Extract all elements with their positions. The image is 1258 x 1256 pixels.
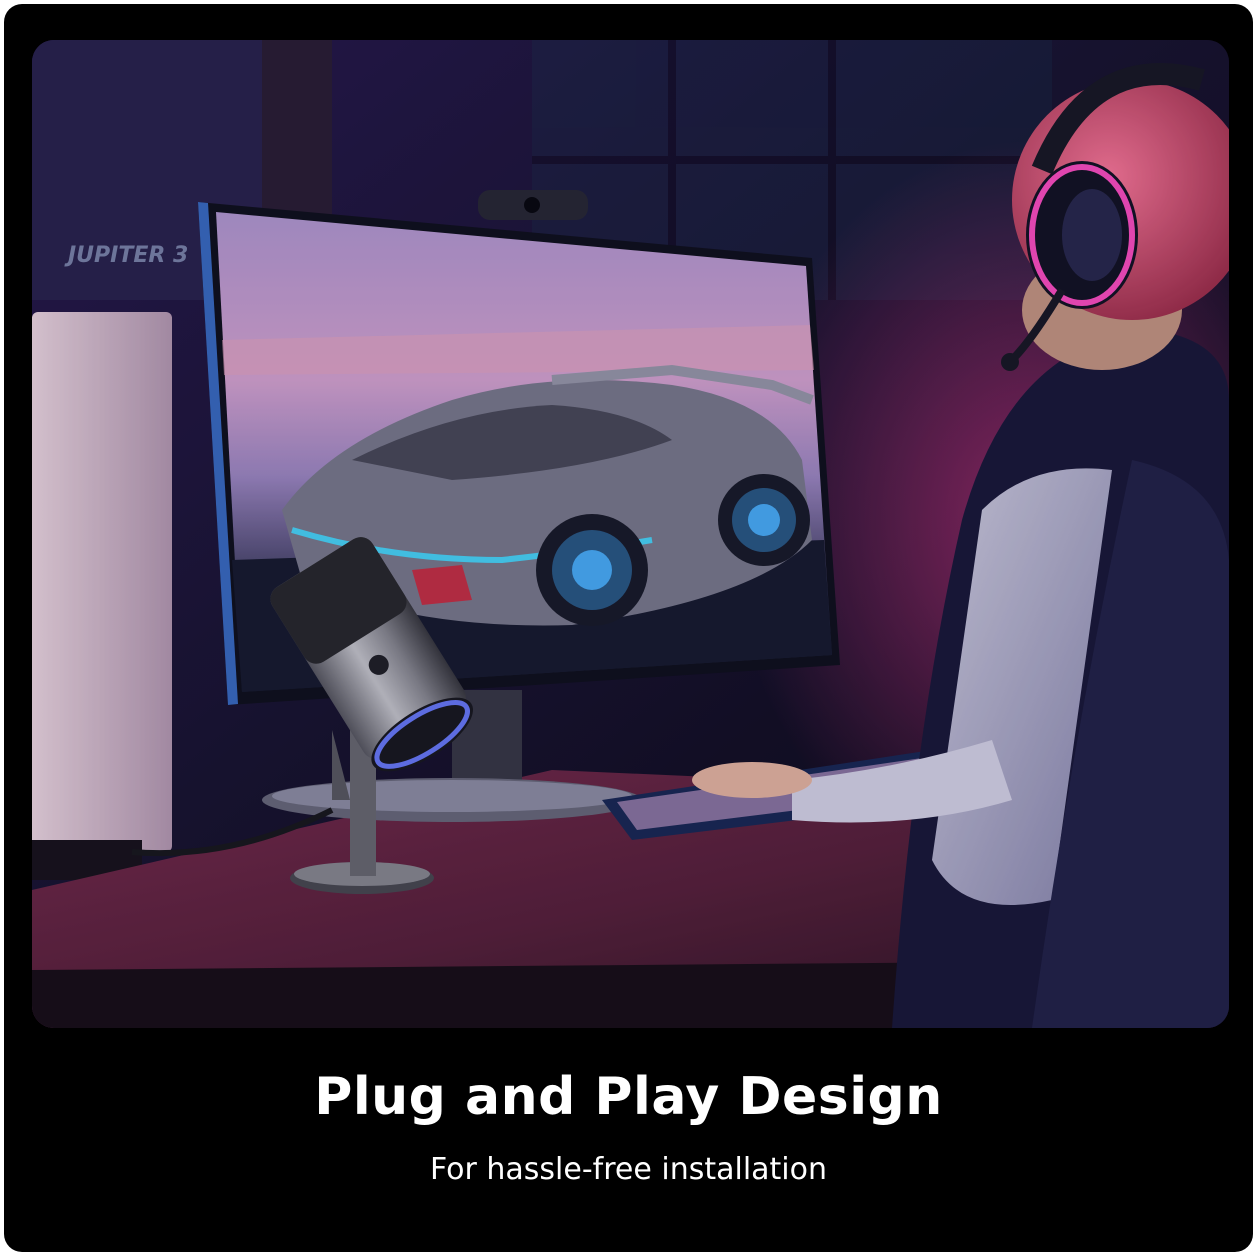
headline: Plug and Play Design [314,1067,943,1127]
product-photo: JUPITER 3 [32,40,1229,1028]
product-card: JUPITER 3 Plug and Play Design For hassl… [4,4,1253,1252]
subheadline: For hassle-free installation [429,1152,828,1187]
